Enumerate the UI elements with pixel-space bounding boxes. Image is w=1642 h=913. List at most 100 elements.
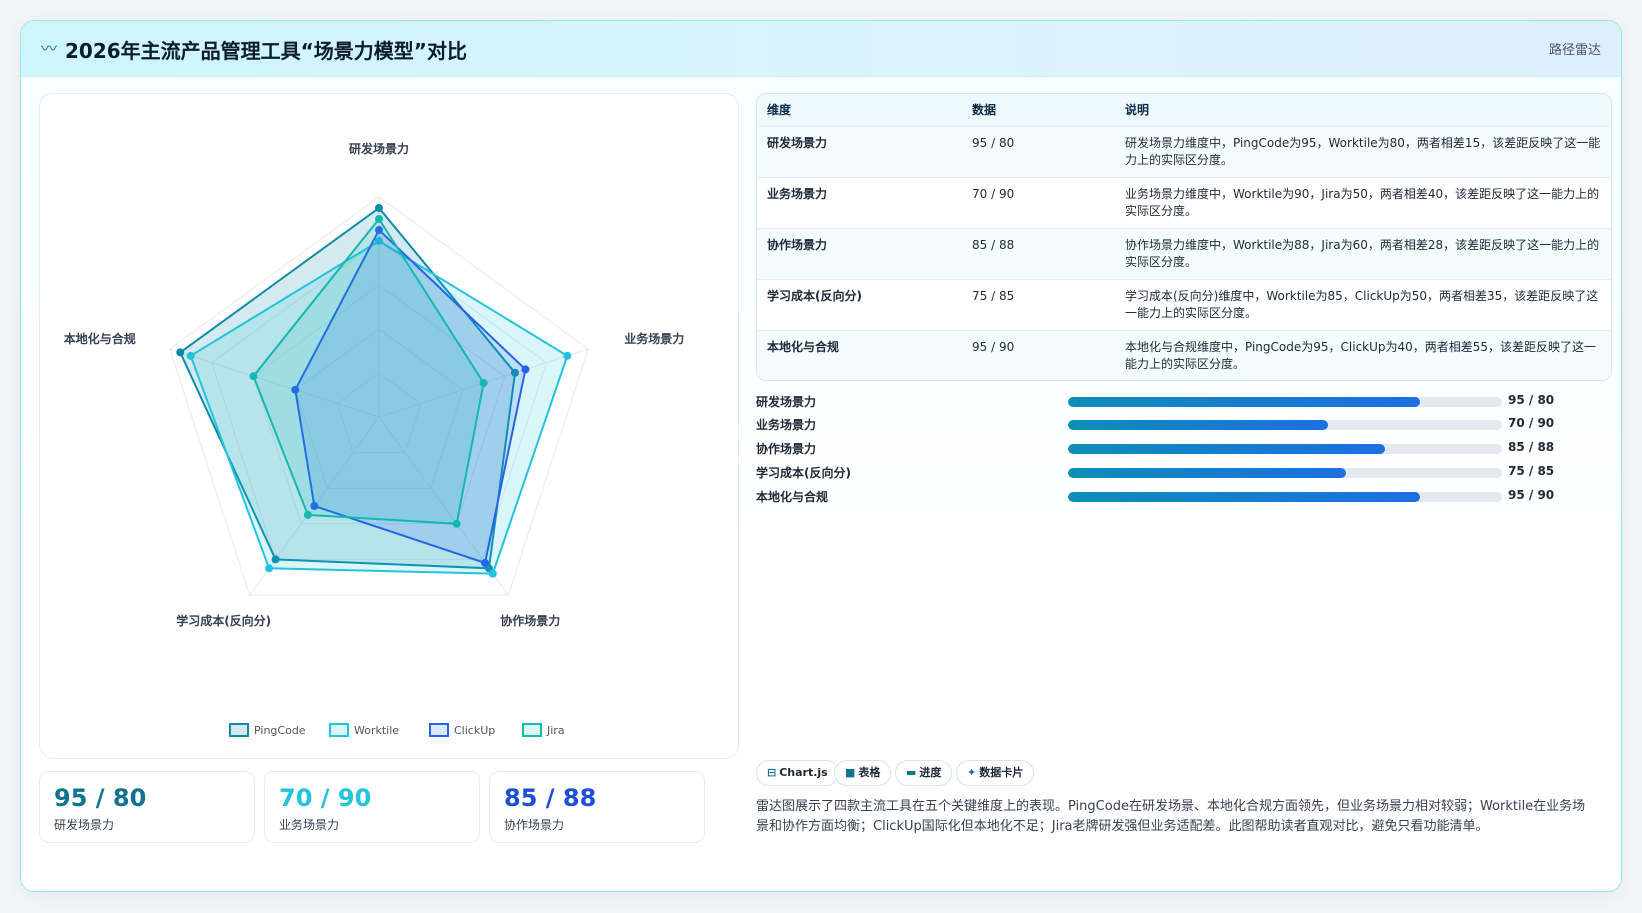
- progress-fill: [1068, 468, 1346, 478]
- progress-value: 70 / 90: [1508, 416, 1555, 430]
- chip-label: Chart.js: [779, 766, 828, 779]
- cell-note: 业务场景力维度中，Worktile为90，Jira为50，两者相差40，该差距反…: [1125, 186, 1600, 218]
- cell-data: 70 / 90: [972, 186, 1015, 201]
- radar-chart: 研发场景力业务场景力协作场景力 学习成本(反向分) 本地化与合规 PingCode Wo…: [64, 141, 684, 737]
- progress-label: 业务场景力: [756, 418, 817, 432]
- chip-label: 表格: [858, 766, 881, 779]
- axis-label: 研发场景力: [349, 141, 409, 156]
- stat-label: 研发场景力: [54, 818, 115, 832]
- sparkle-icon: ✦: [967, 766, 977, 779]
- progress-label: 学习成本(反向分): [756, 466, 851, 480]
- chip-table[interactable]: ■ 表格: [834, 760, 892, 786]
- header-bar: 〰 2026年主流产品管理工具“场景力模型”对比 路径雷达: [21, 21, 1621, 77]
- wave-icon: 〰: [41, 39, 58, 58]
- cell-note: 协作场景力维度中，Worktile为88，Jira为60，两者相差28，该差距反…: [1125, 237, 1600, 269]
- legend-label: Jira: [546, 724, 565, 737]
- column-header: 说明: [1125, 103, 1150, 118]
- column-header: 维度: [767, 103, 792, 118]
- chart-icon: ⊟: [767, 766, 777, 779]
- progress-row: 业务场景力 70 / 90: [756, 414, 1612, 434]
- comparison-table: 维度 数据 说明 研发场景力 95 / 80 研发场景力维度中，PingCode…: [756, 93, 1612, 381]
- data-point: [375, 215, 383, 223]
- cell-data: 95 / 80: [972, 135, 1015, 150]
- data-point: [186, 351, 195, 360]
- progress-track: [1068, 492, 1502, 502]
- column-header: 数据: [972, 103, 997, 118]
- legend-label: Worktile: [354, 724, 399, 737]
- progress-row: 研发场景力 95 / 80: [756, 391, 1612, 411]
- progress-value: 95 / 80: [1508, 393, 1555, 407]
- stat-label: 业务场景力: [279, 818, 340, 832]
- chip-progress[interactable]: ▬ 进度: [895, 760, 953, 786]
- chip-data-card[interactable]: ✦ 数据卡片: [956, 760, 1035, 786]
- progress-fill: [1068, 492, 1420, 502]
- legend-label: ClickUp: [454, 724, 495, 737]
- axis-label: 协作场景力: [500, 613, 560, 628]
- stat-value: 85 / 88: [504, 784, 597, 812]
- stat-label: 协作场景力: [504, 818, 565, 832]
- progress-fill: [1068, 420, 1329, 430]
- stat-card: 70 / 90 业务场景力: [264, 771, 480, 843]
- header-tag: 路径雷达: [1548, 43, 1601, 58]
- progress-row: 协作场景力 85 / 88: [756, 438, 1612, 458]
- cell-note: 学习成本(反向分)维度中，Worktile为85，ClickUp为50，两者相差…: [1125, 288, 1599, 320]
- cell-note: 本地化与合规维度中，PingCode为95，ClickUp为40，两者相差55，…: [1125, 339, 1597, 371]
- legend-swatch: [522, 723, 542, 737]
- progress-track: [1068, 397, 1502, 407]
- data-point: [479, 379, 488, 388]
- progress-fill: [1068, 397, 1420, 407]
- progress-icon: ▬: [906, 766, 917, 779]
- stat-card: 85 / 88 协作场景力: [489, 771, 705, 843]
- cell-data: 75 / 85: [972, 288, 1015, 303]
- axis-label: 学习成本(反向分): [176, 613, 271, 628]
- legend-swatch: [429, 723, 449, 737]
- data-point: [249, 372, 258, 381]
- table-header-row: 维度 数据 说明: [757, 94, 1611, 126]
- cell-dimension: 协作场景力: [767, 237, 828, 252]
- radar-chart-panel: 研发场景力业务场景力协作场景力 学习成本(反向分) 本地化与合规 PingCode Wo…: [39, 93, 739, 759]
- progress-label: 本地化与合规: [756, 490, 829, 504]
- table-icon: ■: [845, 766, 856, 779]
- progress-value: 95 / 90: [1508, 488, 1555, 502]
- chart-description: 雷达图展示了四款主流工具在五个关键维度上的表现。PingCode在研发场景、本地…: [756, 799, 1586, 834]
- cell-dimension: 业务场景力: [767, 186, 828, 201]
- axis-label: 本地化与合规: [64, 331, 136, 346]
- table-row: 本地化与合规 95 / 90 本地化与合规维度中，PingCode为95，Cli…: [757, 330, 1611, 380]
- chip-chartjs[interactable]: ⊟ Chart.js: [756, 760, 839, 786]
- progress-label: 研发场景力: [756, 395, 817, 409]
- chip-label: 进度: [919, 766, 942, 779]
- progress-track: [1068, 444, 1502, 454]
- legend-label: PingCode: [254, 724, 306, 737]
- stat-card: 95 / 80 研发场景力: [39, 771, 255, 843]
- progress-track: [1068, 468, 1502, 478]
- data-point: [303, 510, 312, 519]
- data-point: [521, 365, 530, 374]
- progress-fill: [1068, 444, 1385, 454]
- progress-track: [1068, 420, 1502, 430]
- data-point: [488, 569, 497, 578]
- progress-row: 学习成本(反向分) 75 / 85: [756, 462, 1612, 482]
- cell-dimension: 研发场景力: [767, 135, 828, 150]
- table-row: 业务场景力 70 / 90 业务场景力维度中，Worktile为90，Jira为…: [757, 177, 1611, 228]
- data-point: [265, 564, 274, 573]
- stat-value: 95 / 80: [54, 784, 147, 812]
- cell-dimension: 学习成本(反向分): [767, 288, 862, 303]
- table-row: 研发场景力 95 / 80 研发场景力维度中，PingCode为95，Workt…: [757, 126, 1611, 177]
- stat-value: 70 / 90: [279, 784, 372, 812]
- data-point: [176, 348, 185, 357]
- chip-label: 数据卡片: [979, 766, 1024, 779]
- data-point: [452, 519, 461, 528]
- main-card: 〰 2026年主流产品管理工具“场景力模型”对比 路径雷达 研发场景力 业务场景力…: [20, 20, 1622, 892]
- axis-label: 业务场景力: [624, 331, 684, 346]
- cell-note: 研发场景力维度中，PingCode为95，Worktile为80，两者相差15，…: [1125, 135, 1601, 167]
- data-point: [375, 204, 383, 212]
- legend-swatch: [229, 723, 249, 737]
- cell-dimension: 本地化与合规: [767, 339, 840, 354]
- legend-swatch: [329, 723, 349, 737]
- progress-value: 85 / 88: [1508, 440, 1555, 454]
- data-table: 维度 数据 说明 研发场景力 95 / 80 研发场景力维度中，PingCode…: [757, 94, 1611, 380]
- page-title: 2026年主流产品管理工具“场景力模型”对比: [65, 39, 467, 63]
- data-point: [481, 558, 490, 567]
- table-row: 协作场景力 85 / 88 协作场景力维度中，Worktile为88，Jira为…: [757, 228, 1611, 279]
- data-point: [563, 351, 572, 360]
